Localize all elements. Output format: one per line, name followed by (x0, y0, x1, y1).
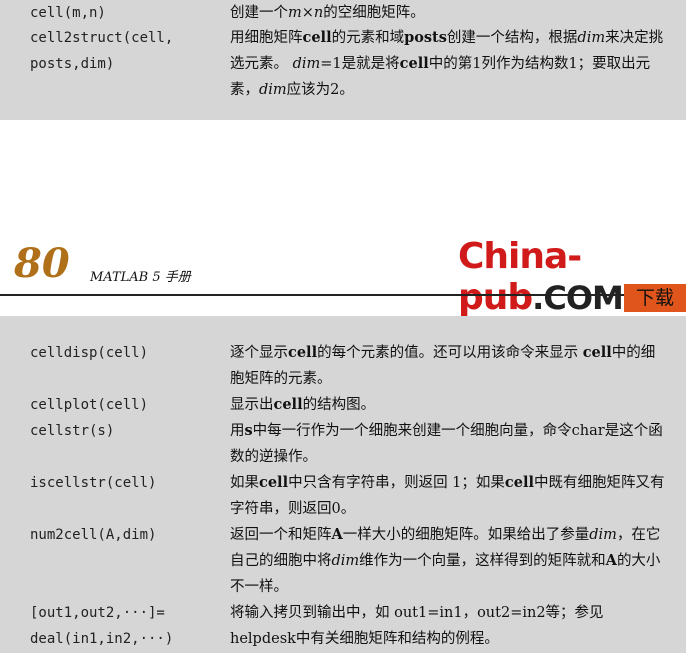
description-text: 用s中每一行作为一个细胞来创建一个细胞向量，命令char是这个函数的逆操作。 (230, 422, 663, 465)
header-divider (0, 294, 686, 296)
download-button[interactable]: 下载 (624, 284, 686, 312)
description-text: 返回一个和矩阵A一样大小的细胞矩阵。如果给出了参量dim，在它自己的细胞中将di… (230, 526, 661, 595)
page-number: 80 (14, 240, 70, 287)
command-text: cellplot(cell) (30, 397, 149, 413)
command-text: [out1,out2,···]= deal(in1,in2,···) (30, 605, 174, 647)
page-header: 80 MATLAB 5 手册 China-pub.COM 下载 (0, 228, 686, 318)
description-text: 创建一个m×n的空细胞矩阵。 (230, 5, 425, 21)
command-text: cell(m,n) (30, 5, 106, 21)
book-title: MATLAB 5 手册 (90, 270, 191, 285)
command-text: num2cell(A,dim) (30, 527, 157, 543)
command-text: cell2struct(cell, posts,dim) (30, 30, 174, 72)
description-text: 显示出cell的结构图。 (230, 396, 376, 413)
top-table-panel: cell(m,n) 创建一个m×n的空细胞矩阵。 cell2struct(cel… (0, 0, 686, 120)
bottom-table-panel: celldisp(cell) 逐个显示cell的每个元素的值。还可以用该命令来显… (0, 316, 686, 653)
description-text: 将输入拷贝到输出中，如 out1=in1，out2=in2等；参见helpdes… (230, 605, 604, 647)
description-text: 如果cell中只含有字符串，则返回 1；如果cell中既有细胞矩阵又有字符串，则… (230, 474, 665, 517)
logo-text-dark: .COM (532, 279, 624, 317)
description-text: 用细胞矩阵cell的元素和域posts创建一个结构，根据dim来决定挑选元素。 … (230, 29, 664, 98)
description-text: 逐个显示cell的每个元素的值。还可以用该命令来显示 cell中的细胞矩阵的元素… (230, 344, 656, 387)
command-text: iscellstr(cell) (30, 475, 157, 491)
command-text: celldisp(cell) (30, 345, 149, 361)
command-text: cellstr(s) (30, 423, 115, 439)
